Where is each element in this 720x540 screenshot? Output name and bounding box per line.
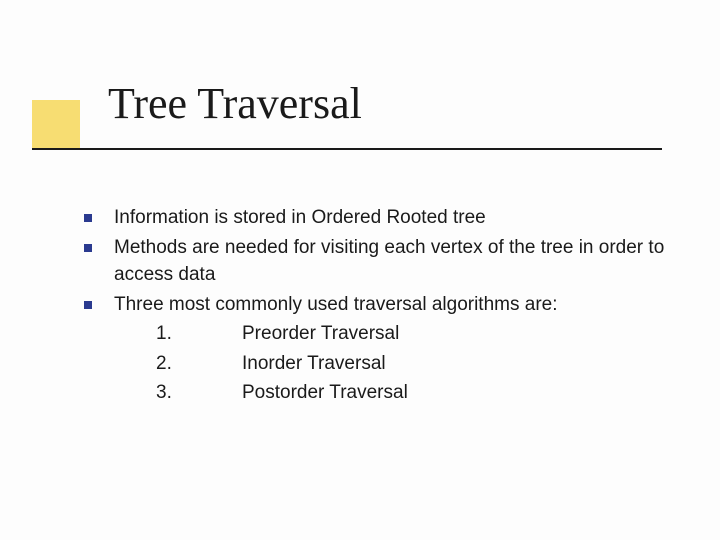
bullet-text: Information is stored in Ordered Rooted … [114,204,674,232]
bullet-square-icon [84,301,92,309]
slide: Tree Traversal Information is stored in … [0,0,720,540]
page-title: Tree Traversal [108,78,362,129]
list-item: 2. Inorder Traversal [156,350,674,378]
decorative-square [32,100,80,148]
list-item: 1. Preorder Traversal [156,320,674,348]
list-number: 2. [156,350,242,378]
list-text: Postorder Traversal [242,379,674,407]
list-item: 3. Postorder Traversal [156,379,674,407]
list-text: Inorder Traversal [242,350,674,378]
bullet-text: Three most commonly used traversal algor… [114,291,674,319]
list-item: Methods are needed for visiting each ver… [84,234,674,289]
bullet-text: Methods are needed for visiting each ver… [114,234,674,289]
list-item: Three most commonly used traversal algor… [84,291,674,319]
list-text: Preorder Traversal [242,320,674,348]
list-number: 3. [156,379,242,407]
list-number: 1. [156,320,242,348]
bullet-square-icon [84,214,92,222]
bullet-square-icon [84,244,92,252]
title-underline [32,148,662,150]
numbered-list: 1. Preorder Traversal 2. Inorder Travers… [156,320,674,407]
content-area: Information is stored in Ordered Rooted … [84,204,674,409]
list-item: Information is stored in Ordered Rooted … [84,204,674,232]
